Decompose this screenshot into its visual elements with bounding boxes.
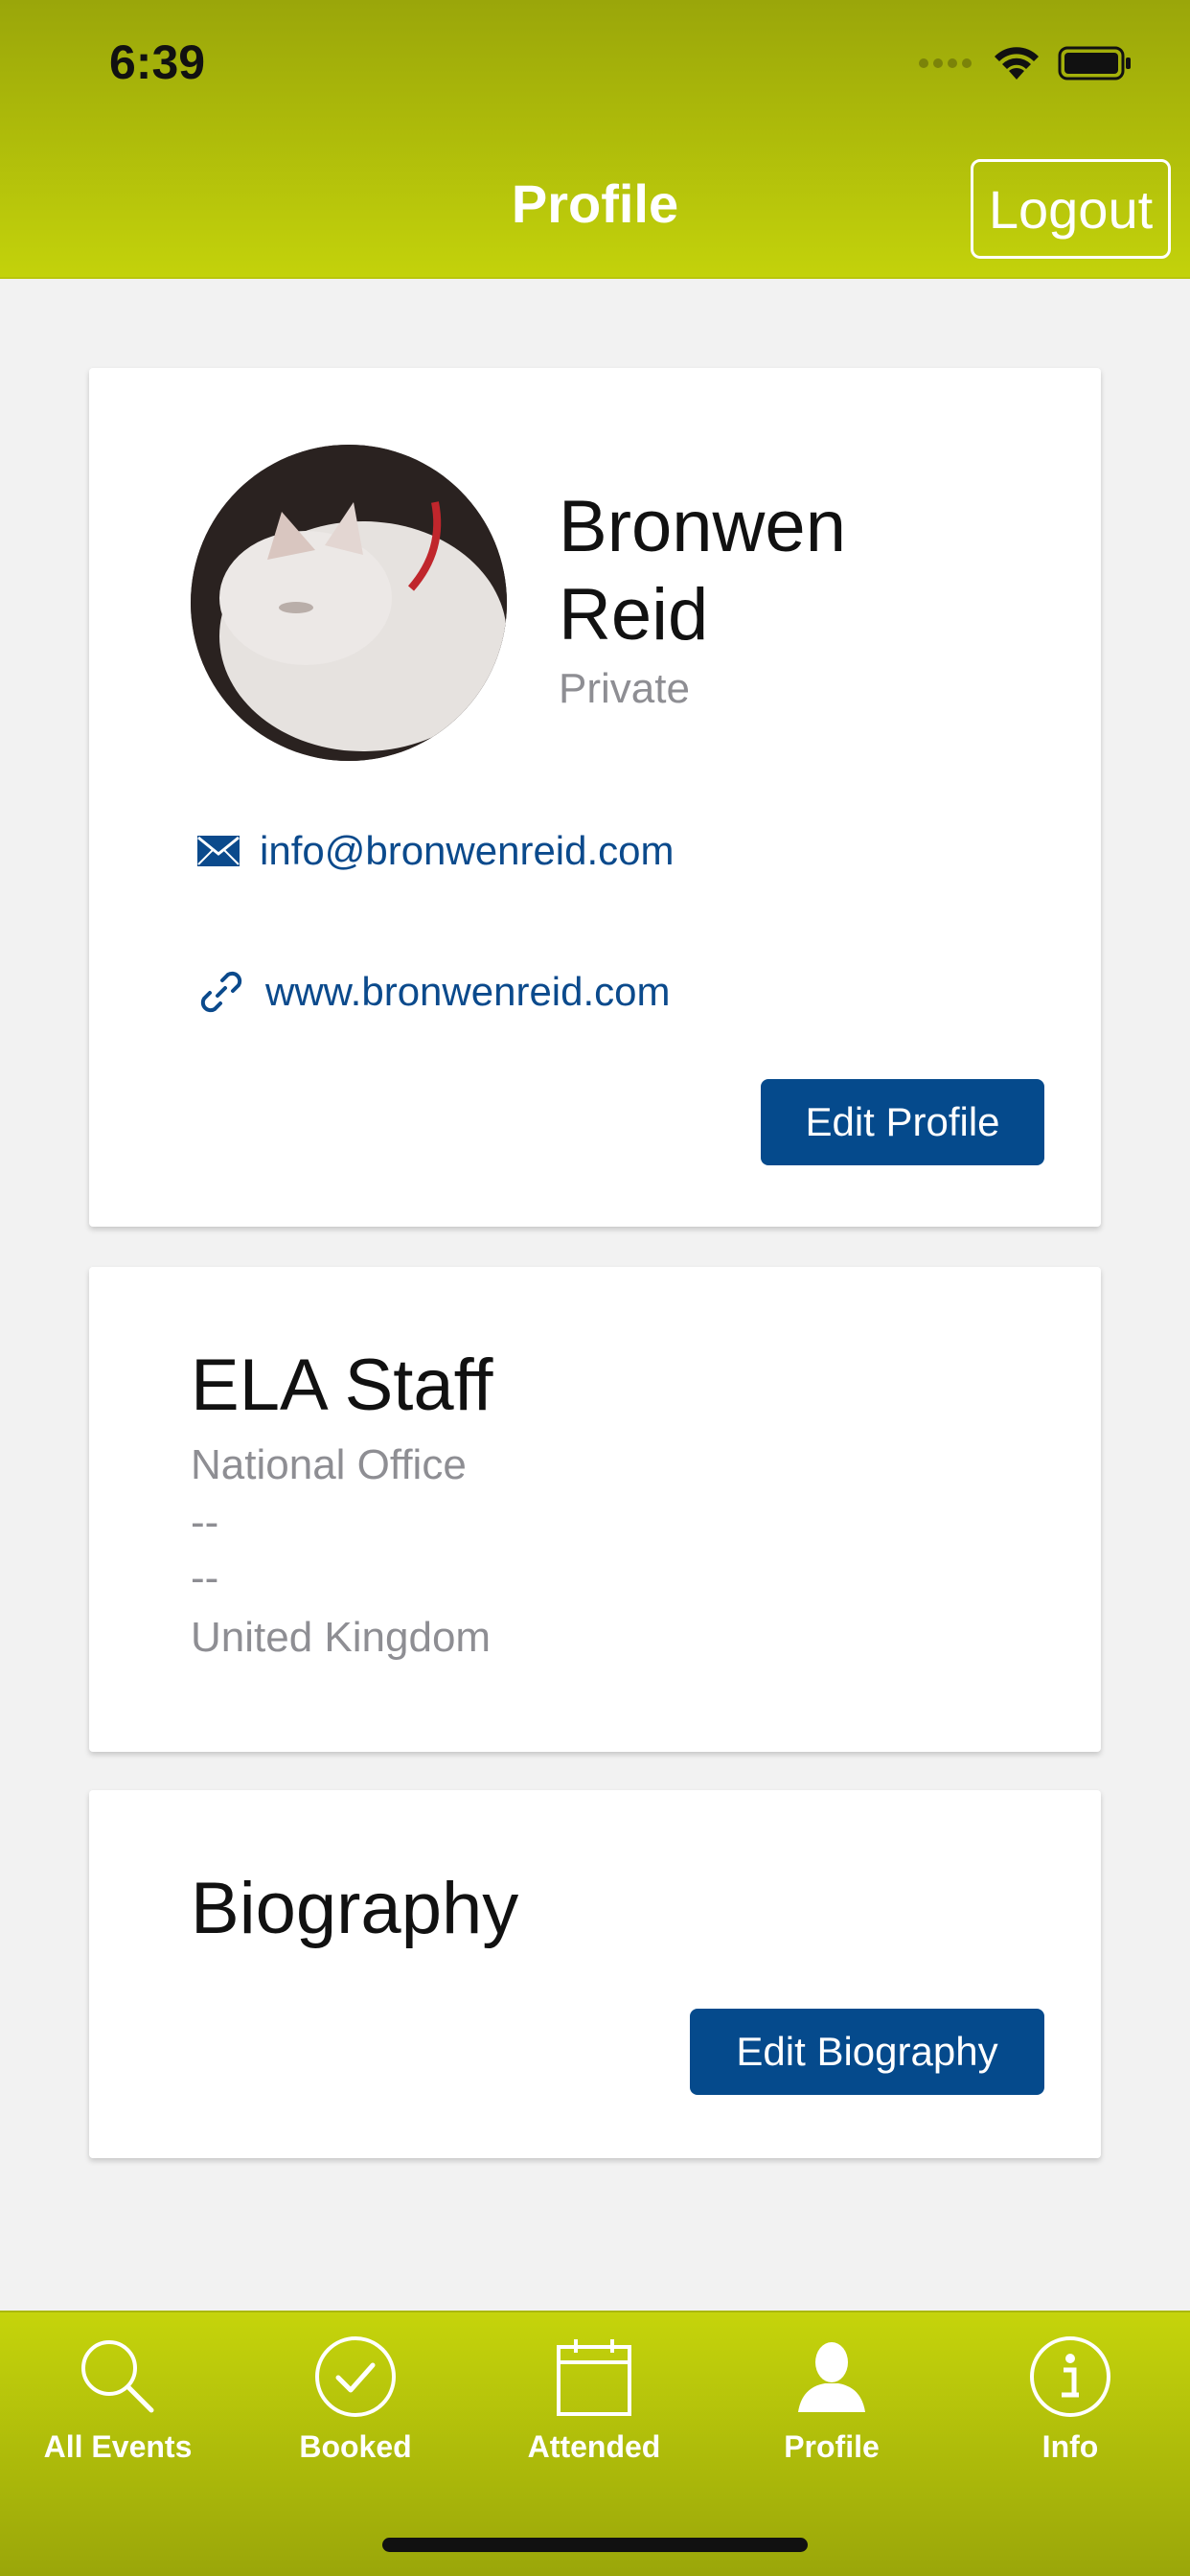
organisation-country: United Kingdom	[191, 1614, 492, 1661]
search-icon	[81, 2340, 154, 2413]
organisation-line-2: --	[191, 1499, 219, 1546]
edit-biography-button[interactable]: Edit Biography	[690, 2009, 1044, 2095]
edit-profile-button[interactable]: Edit Profile	[761, 1079, 1044, 1165]
calendar-icon	[557, 2339, 631, 2416]
tab-info[interactable]: Info	[955, 2334, 1185, 2477]
battery-icon	[1058, 46, 1131, 80]
biography-title: Biography	[191, 1868, 519, 1949]
check-circle-icon	[315, 2336, 396, 2417]
organisation-card: ELA Staff National Office -- -- United K…	[89, 1267, 1101, 1752]
tab-all-events[interactable]: All Events	[3, 2334, 233, 2477]
tab-label: Attended	[527, 2429, 661, 2464]
email-link[interactable]: info@bronwenreid.com	[196, 828, 675, 874]
tab-attended[interactable]: Attended	[479, 2334, 709, 2477]
tab-profile[interactable]: Profile	[717, 2334, 947, 2477]
tab-label: Booked	[299, 2429, 412, 2464]
info-icon	[1030, 2336, 1110, 2417]
avatar	[191, 445, 507, 761]
wifi-icon	[995, 47, 1039, 80]
tab-bar: All Events Booked Attended Profile Info	[0, 2311, 1190, 2576]
tab-label: All Events	[43, 2429, 193, 2464]
tab-label: Profile	[784, 2429, 880, 2464]
biography-card: Biography Edit Biography	[89, 1790, 1101, 2158]
status-time: 6:39	[109, 35, 206, 89]
tab-label: Info	[1041, 2429, 1099, 2464]
profile-name: Bronwen Reid	[559, 486, 846, 656]
organisation-line-3: --	[191, 1554, 219, 1601]
website-text[interactable]: www.bronwenreid.com	[265, 969, 671, 1015]
mail-icon	[197, 836, 240, 866]
home-indicator	[382, 2538, 808, 2552]
avatar-photo-icon	[191, 445, 507, 761]
profile-card: Bronwen Reid Private info@bronwenreid.co…	[89, 368, 1101, 1227]
profile-role: Private	[559, 665, 690, 712]
tab-booked[interactable]: Booked	[240, 2334, 470, 2477]
status-icons	[918, 42, 1133, 84]
organisation-office: National Office	[191, 1441, 467, 1488]
logout-button[interactable]: Logout	[971, 159, 1171, 259]
email-text[interactable]: info@bronwenreid.com	[260, 828, 675, 874]
link-icon	[200, 971, 242, 1013]
website-link[interactable]: www.bronwenreid.com	[196, 967, 671, 1017]
organisation-title: ELA Staff	[191, 1345, 493, 1426]
person-icon	[798, 2342, 865, 2412]
navigation-header: 6:39 Profile Logout	[0, 0, 1190, 279]
signal-icon	[919, 58, 972, 68]
